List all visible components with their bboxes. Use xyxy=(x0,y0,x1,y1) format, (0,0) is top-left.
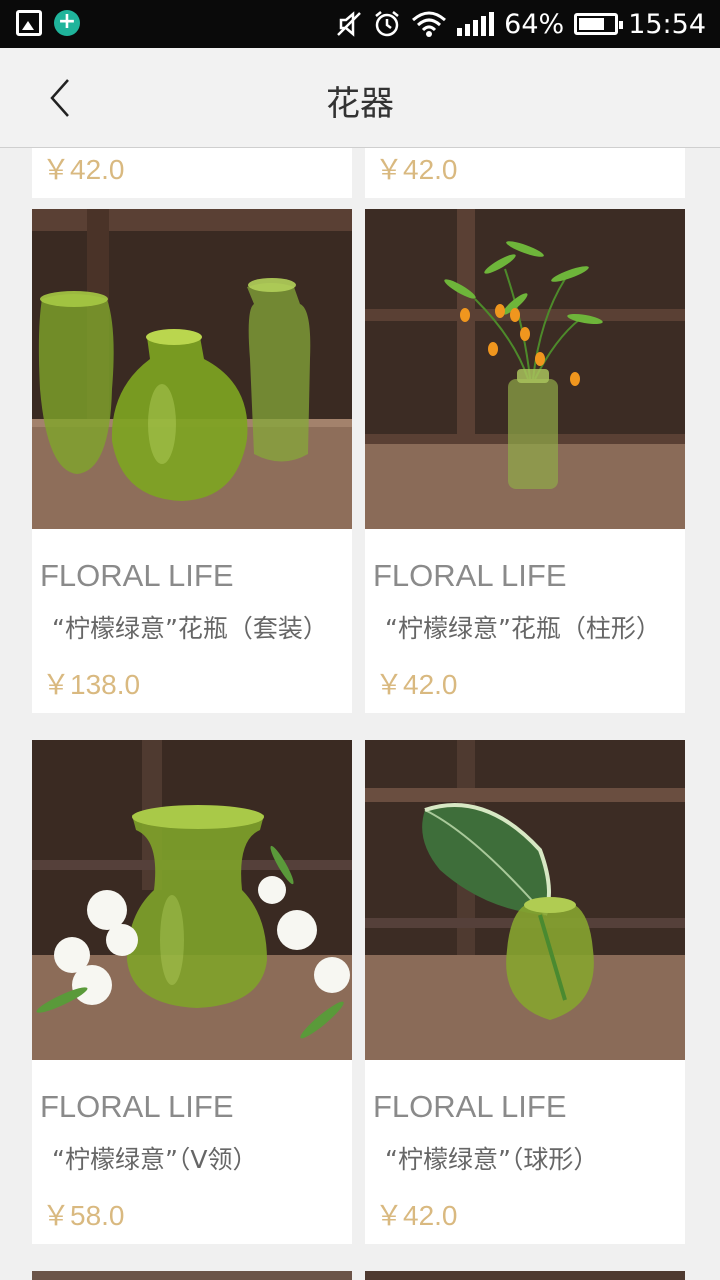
product-price: ￥138.0 xyxy=(42,669,141,700)
product-card-partial-right[interactable]: ￥42.0 xyxy=(365,148,685,198)
product-card-partial-left[interactable]: ￥42.0 xyxy=(32,148,352,198)
status-bar: + 64% 15:54 xyxy=(0,0,720,48)
product-card[interactable]: FLORAL LIFE “柠檬绿意”（V领） ￥58.0 xyxy=(32,740,352,1244)
product-card[interactable]: FLORAL LIFE “柠檬绿意”花瓶（套装） ￥138.0 xyxy=(32,209,352,713)
product-card[interactable]: FLORAL LIFE “柠檬绿意”（球形） ￥42.0 xyxy=(365,740,685,1244)
product-brand: FLORAL LIFE xyxy=(373,558,567,593)
mute-icon xyxy=(337,11,362,37)
app-header: 花器 xyxy=(0,48,720,148)
alarm-icon xyxy=(375,11,399,37)
gallery-icon xyxy=(16,10,42,36)
product-price: ￥42.0 xyxy=(375,154,458,185)
product-name: “柠檬绿意”花瓶（柱形） xyxy=(385,614,661,643)
product-card-partial-bottom-right[interactable] xyxy=(365,1271,685,1280)
product-name: “柠檬绿意”（V领） xyxy=(52,1145,258,1174)
battery-level xyxy=(579,18,604,30)
product-price: ￥42.0 xyxy=(375,669,458,700)
product-price: ￥42.0 xyxy=(42,154,125,185)
add-icon: + xyxy=(54,10,80,36)
page-title: 花器 xyxy=(326,84,394,124)
product-name: “柠檬绿意”花瓶（套装） xyxy=(52,614,328,643)
signal-icon xyxy=(457,12,495,36)
product-image-vase-set[interactable] xyxy=(32,209,352,529)
clock: 15:54 xyxy=(628,8,706,40)
product-image-column-vase[interactable] xyxy=(365,209,685,529)
product-image-round-vase[interactable] xyxy=(365,740,685,1060)
product-price: ￥42.0 xyxy=(375,1200,458,1231)
product-card-partial-bottom-left[interactable] xyxy=(32,1271,352,1280)
wifi-icon xyxy=(412,11,447,37)
battery-percent: 64% xyxy=(504,8,565,40)
product-card[interactable]: FLORAL LIFE “柠檬绿意”花瓶（柱形） ￥42.0 xyxy=(365,209,685,713)
product-image-v-neck-vase[interactable] xyxy=(32,740,352,1060)
product-brand: FLORAL LIFE xyxy=(373,1089,567,1124)
product-price: ￥58.0 xyxy=(42,1200,125,1231)
battery-icon xyxy=(574,13,624,35)
product-brand: FLORAL LIFE xyxy=(40,1089,234,1124)
product-brand: FLORAL LIFE xyxy=(40,558,234,593)
product-grid[interactable]: ￥42.0 ￥42.0 FLORAL LIFE “柠檬绿意”花瓶（套装） ￥13… xyxy=(0,148,720,1280)
product-name: “柠檬绿意”（球形） xyxy=(385,1145,599,1174)
